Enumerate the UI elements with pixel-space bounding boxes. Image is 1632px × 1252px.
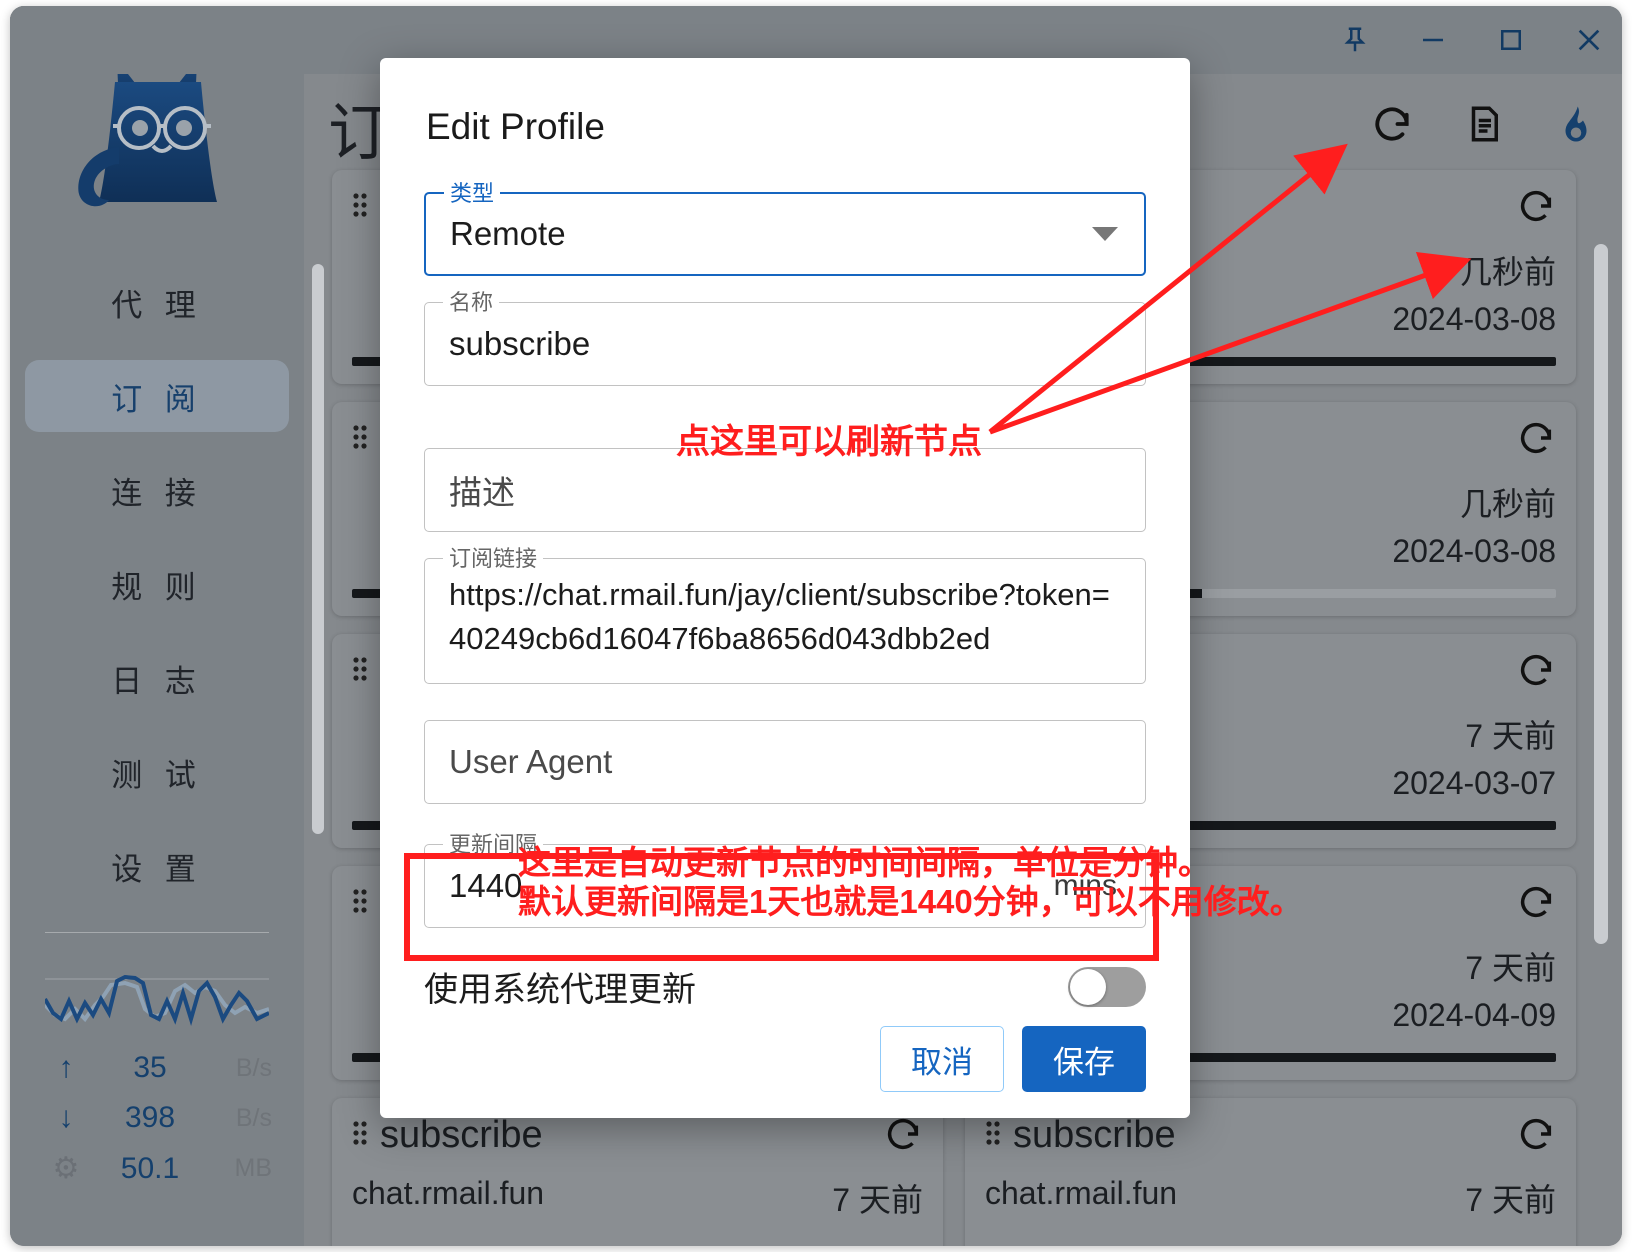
annotation-interval-line2: 默认更新间隔是1天也就是1440分钟，可以不用修改。 xyxy=(518,883,1303,920)
table-row[interactable]: subscribe chat.rmail.fun 7 天前 xyxy=(332,1098,943,1246)
drag-handle-icon[interactable] xyxy=(352,887,368,921)
user-agent-placeholder: User Agent xyxy=(449,743,613,780)
card-refresh-icon[interactable] xyxy=(1516,1114,1556,1154)
card-name: subscribe xyxy=(1013,1114,1176,1156)
sidebar-item-label: 测 试 xyxy=(111,757,203,793)
upload-unit: B/s xyxy=(235,1053,272,1082)
sidebar-item-subscription[interactable]: 订 阅 xyxy=(25,360,289,432)
drag-handle-icon[interactable] xyxy=(352,1119,368,1153)
name-legend: 名称 xyxy=(443,290,500,316)
sidebar-item-test[interactable]: 测 试 xyxy=(25,736,289,808)
name-input[interactable]: 名称 subscribe xyxy=(424,290,1146,386)
sidebar: 代 理 订 阅 连 接 规 则 日 志 测 试 设 置 ↑ 35 B/s ↓ 3… xyxy=(10,6,304,1246)
card-refresh-icon[interactable] xyxy=(883,1114,923,1154)
card-relative: 7 天前 xyxy=(832,1182,923,1218)
pin-icon[interactable] xyxy=(1338,23,1372,57)
card-host: chat.rmail.fun xyxy=(352,1175,545,1211)
sidebar-item-label: 规 则 xyxy=(111,569,203,605)
switch-knob xyxy=(1070,968,1106,1005)
system-proxy-switch[interactable] xyxy=(1068,966,1146,1007)
chevron-down-icon[interactable] xyxy=(1092,227,1118,241)
download-value: 398 xyxy=(124,1101,176,1134)
drag-handle-icon[interactable] xyxy=(352,423,368,457)
sidebar-divider xyxy=(45,932,269,933)
memory-value: 50.1 xyxy=(120,1151,180,1185)
card-relative: 几秒前 xyxy=(1459,486,1556,522)
sidebar-item-label: 订 阅 xyxy=(111,381,203,417)
download-unit: B/s xyxy=(235,1103,272,1132)
stat-memory: ⚙ 50.1 MB xyxy=(42,1151,272,1186)
card-refresh-icon[interactable] xyxy=(1516,650,1556,690)
dialog-actions: 取消 保存 xyxy=(880,1026,1146,1092)
stat-upload: ↑ 35 B/s xyxy=(42,1051,273,1085)
card-relative: 几秒前 xyxy=(1459,254,1556,290)
flame-icon[interactable] xyxy=(1554,102,1598,146)
sidebar-item-label: 设 置 xyxy=(111,851,203,887)
cpu-icon: ⚙ xyxy=(52,1152,80,1185)
card-refresh-icon[interactable] xyxy=(1516,186,1556,226)
sidebar-item-label: 代 理 xyxy=(111,287,203,323)
refresh-icon[interactable] xyxy=(1370,102,1414,146)
cancel-button[interactable]: 取消 xyxy=(880,1026,1004,1092)
scrollbar-secondary[interactable] xyxy=(312,264,324,834)
arrow-up-icon: ↑ xyxy=(58,1051,74,1084)
sidebar-item-rules[interactable]: 规 则 xyxy=(25,548,289,620)
drag-handle-icon[interactable] xyxy=(352,191,368,225)
document-icon[interactable] xyxy=(1462,102,1506,146)
url-value: https://chat.rmail.fun/jay/client/subscr… xyxy=(449,577,1110,656)
dialog-title: Edit Profile xyxy=(426,106,605,147)
close-icon[interactable] xyxy=(1572,23,1606,57)
annotation-refresh-hint: 点这里可以刷新节点 xyxy=(676,423,982,461)
screen: 代 理 订 阅 连 接 规 则 日 志 测 试 设 置 ↑ 35 B/s ↓ 3… xyxy=(0,0,1632,1252)
maximize-icon[interactable] xyxy=(1494,23,1528,57)
system-proxy-label: 使用系统代理更新 xyxy=(424,971,696,1009)
sidebar-nav: 代 理 订 阅 连 接 规 则 日 志 测 试 设 置 xyxy=(10,266,304,924)
description-placeholder: 描述 xyxy=(449,474,515,511)
user-agent-input[interactable]: User Agent xyxy=(424,720,1146,804)
name-value: subscribe xyxy=(449,325,591,362)
card-relative: 7 天前 xyxy=(1465,1182,1556,1218)
sidebar-item-proxy[interactable]: 代 理 xyxy=(25,266,289,338)
save-button[interactable]: 保存 xyxy=(1022,1026,1146,1092)
subscribe-url-input[interactable]: 订阅链接 https://chat.rmail.fun/jay/client/s… xyxy=(424,546,1146,684)
main-toolbar xyxy=(1370,102,1598,146)
drag-handle-icon[interactable] xyxy=(985,1119,1001,1153)
sidebar-item-logs[interactable]: 日 志 xyxy=(25,642,289,714)
card-host: chat.rmail.fun xyxy=(985,1175,1178,1211)
type-select[interactable]: 类型 Remote xyxy=(424,181,1146,276)
scrollbar-thumb[interactable] xyxy=(1594,244,1608,944)
arrow-down-icon: ↓ xyxy=(58,1101,74,1134)
stat-download: ↓ 398 B/s xyxy=(42,1101,273,1135)
minimize-icon[interactable] xyxy=(1416,23,1450,57)
traffic-sparkline xyxy=(45,974,269,1027)
card-refresh-icon[interactable] xyxy=(1516,882,1556,922)
system-proxy-toggle-row: 使用系统代理更新 xyxy=(424,962,1146,1011)
url-legend: 订阅链接 xyxy=(443,546,544,572)
type-value: Remote xyxy=(450,215,566,252)
memory-unit: MB xyxy=(234,1154,273,1182)
sidebar-item-connections[interactable]: 连 接 xyxy=(25,454,289,526)
card-relative: 7 天前 xyxy=(1465,950,1556,986)
sidebar-item-label: 连 接 xyxy=(111,475,203,511)
drag-handle-icon[interactable] xyxy=(352,655,368,689)
sidebar-item-settings[interactable]: 设 置 xyxy=(25,830,289,902)
sidebar-item-label: 日 志 xyxy=(111,663,203,699)
card-name: subscribe xyxy=(380,1114,543,1156)
type-legend: 类型 xyxy=(444,181,501,207)
card-relative: 7 天前 xyxy=(1465,718,1556,754)
upload-value: 35 xyxy=(133,1051,167,1084)
card-refresh-icon[interactable] xyxy=(1516,418,1556,458)
table-row[interactable]: subscribe chat.rmail.fun 7 天前 xyxy=(965,1098,1576,1246)
